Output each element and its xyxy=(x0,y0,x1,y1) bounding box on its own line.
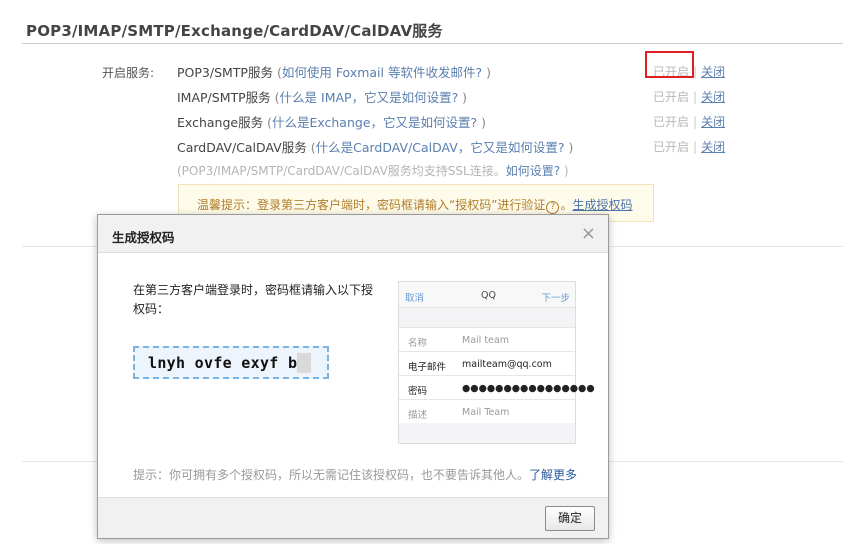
phone-field-value: ●●●●●●●●●●●●●●●● xyxy=(462,383,595,394)
paren-close: ) xyxy=(458,90,468,105)
paren-close: ) xyxy=(564,140,574,155)
phone-field-row: 密码 ●●●●●●●●●●●●●●●● xyxy=(399,375,595,399)
status-enabled: 已开启 xyxy=(653,90,690,104)
auth-code-display[interactable]: lnyh ovfe exyf be xyxy=(133,346,329,379)
auth-code-text: lnyh ovfe exyf be xyxy=(148,354,307,372)
dialog-footer: 确定 xyxy=(98,497,608,538)
service-help-link[interactable]: 什么是Exchange，它又是如何设置? xyxy=(272,115,477,130)
tip-period: 。 xyxy=(560,198,573,212)
paren-open: ( xyxy=(306,140,316,155)
status-carddav: 已开启 | 关闭 xyxy=(653,138,725,155)
disable-button[interactable]: 关闭 xyxy=(701,65,725,79)
phone-field-key: 名称 xyxy=(408,338,428,349)
phone-cancel-label: 取消 xyxy=(405,293,425,304)
paren-open: ( xyxy=(270,90,280,105)
service-row-imap: IMAP/SMTP服务 (什么是 IMAP，它又是如何设置? ) xyxy=(177,87,467,106)
paren-close: ) xyxy=(477,115,487,130)
service-row-carddav: CardDAV/CalDAV服务 (什么是CardDAV/CalDAV，它又是如… xyxy=(177,137,573,156)
ssl-note: (POP3/IMAP/SMTP/CardDAV/CalDAV服务均支持SSL连接… xyxy=(177,162,569,179)
disable-button[interactable]: 关闭 xyxy=(701,140,725,154)
title-divider xyxy=(22,43,843,44)
paren-open: ( xyxy=(272,65,282,80)
status-enabled: 已开启 xyxy=(653,140,690,154)
status-separator: | xyxy=(693,140,698,154)
ok-button[interactable]: 确定 xyxy=(545,506,595,531)
disable-button[interactable]: 关闭 xyxy=(701,90,725,104)
status-separator: | xyxy=(693,90,698,104)
service-help-link[interactable]: 如何使用 Foxmail 等软件收发邮件? xyxy=(282,65,482,80)
service-help-link[interactable]: 什么是CardDAV/CalDAV，它又是如何设置? xyxy=(316,140,565,155)
status-exchange: 已开启 | 关闭 xyxy=(653,113,725,130)
paren-open: ( xyxy=(263,115,272,130)
phone-field-value: Mail Team xyxy=(462,407,510,418)
dialog-header: 生成授权码 × xyxy=(98,215,608,253)
hint-text: 提示：你可拥有多个授权码，所以无需记住该授权码，也不要告诉其他人。 xyxy=(133,468,530,482)
phone-field-key: 电子邮件 xyxy=(408,362,447,373)
question-icon[interactable]: ? xyxy=(546,201,560,214)
phone-field-key: 密码 xyxy=(408,386,428,397)
phone-field-row: 描述 Mail Team xyxy=(399,399,575,423)
service-name: POP3/SMTP服务 xyxy=(177,65,273,80)
services-label: 开启服务: xyxy=(102,66,155,80)
service-row-exchange: Exchange服务 (什么是Exchange，它又是如何设置? ) xyxy=(177,112,486,131)
disable-button[interactable]: 关闭 xyxy=(701,115,725,129)
phone-field-value: Mail team xyxy=(462,335,509,346)
paren-close: ) xyxy=(482,65,491,80)
close-icon[interactable]: × xyxy=(581,223,596,244)
ssl-help-link[interactable]: 如何设置? xyxy=(506,164,560,178)
auth-code-dialog: 生成授权码 × 在第三方客户端登录时，密码框请输入以下授权码： lnyh ovf… xyxy=(97,214,609,539)
phone-field-value: mailteam@qq.com xyxy=(462,359,552,370)
phone-field-row: 名称 Mail team xyxy=(399,327,575,351)
generate-code-link[interactable]: 生成授权码 xyxy=(572,198,632,212)
service-name: Exchange服务 xyxy=(177,115,264,130)
phone-next-label: 下一步 xyxy=(541,293,570,304)
status-enabled: 已开启 xyxy=(653,115,690,129)
service-row-pop3: POP3/SMTP服务 (如何使用 Foxmail 等软件收发邮件? ) xyxy=(177,62,491,81)
highlight-box xyxy=(645,51,694,78)
section-title: POP3/IMAP/SMTP/Exchange/CardDAV/CalDAV服务 xyxy=(26,22,443,40)
service-help-link[interactable]: 什么是 IMAP，它又是如何设置? xyxy=(280,90,459,105)
phone-navbar: 取消 QQ 下一步 xyxy=(399,282,575,308)
service-name: CardDAV/CalDAV服务 xyxy=(177,140,307,155)
dialog-title: 生成授权码 xyxy=(112,230,175,245)
redaction-block xyxy=(297,353,311,373)
dialog-hint: 提示：你可拥有多个授权码，所以无需记住该授权码，也不要告诉其他人。了解更多 xyxy=(133,466,577,483)
learn-more-link[interactable]: 了解更多 xyxy=(529,468,577,482)
tip-text: 温馨提示：登录第三方客户端时，密码框请输入“授权码”进行验证 xyxy=(197,198,546,212)
dialog-instruction: 在第三方客户端登录时，密码框请输入以下授权码： xyxy=(133,283,374,316)
status-separator: | xyxy=(693,115,698,129)
phone-title: QQ xyxy=(481,290,496,301)
phone-field-key: 描述 xyxy=(408,410,428,421)
status-imap: 已开启 | 关闭 xyxy=(653,88,725,105)
ssl-note-close: ) xyxy=(560,164,569,178)
phone-field-row: 电子邮件 mailteam@qq.com xyxy=(399,351,575,375)
phone-illustration: 取消 QQ 下一步 名称 Mail team 电子邮件 mailteam@qq.… xyxy=(398,281,595,444)
service-name: IMAP/SMTP服务 xyxy=(177,90,271,105)
ssl-note-text: (POP3/IMAP/SMTP/CardDAV/CalDAV服务均支持SSL连接… xyxy=(177,164,506,178)
